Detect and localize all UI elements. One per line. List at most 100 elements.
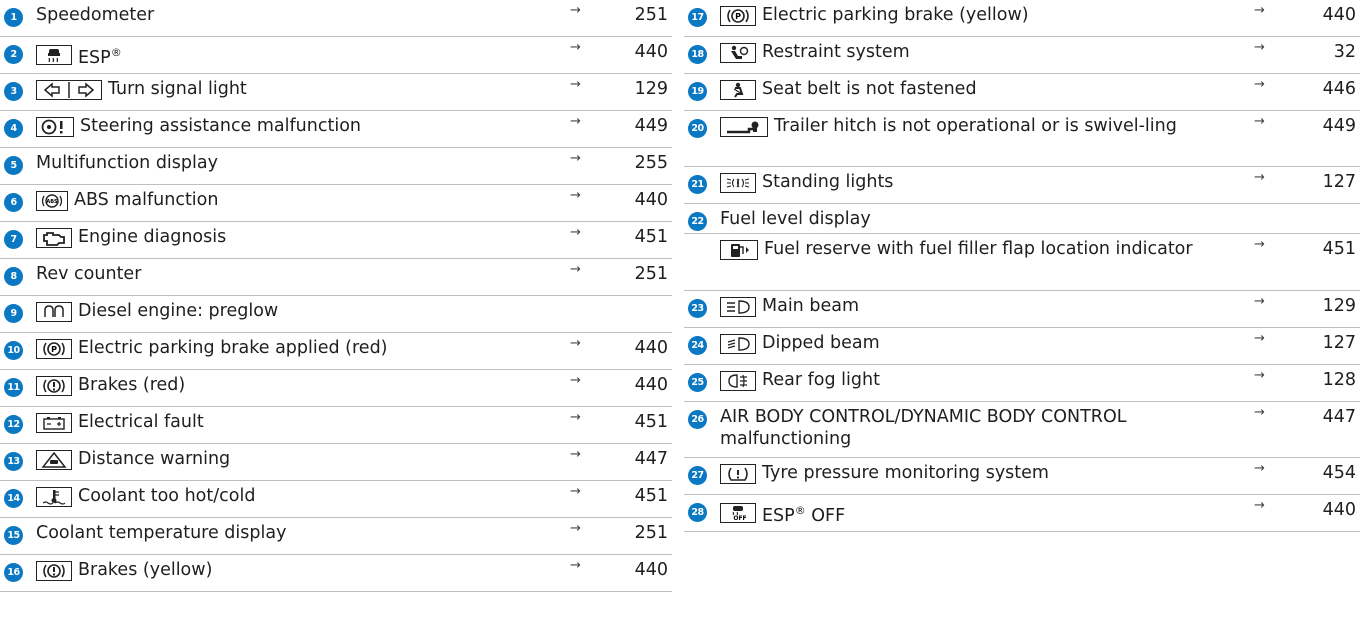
item-description: Coolant too hot/cold [36, 486, 522, 508]
page-number[interactable]: 451 [635, 412, 668, 433]
page-number[interactable]: 128 [1323, 370, 1356, 391]
page-reference-arrow-icon: → [570, 484, 581, 499]
item-label: Rev counter [36, 264, 142, 284]
list-item: 2 ESP® → 440 [0, 37, 672, 74]
item-label: Tyre pressure monitoring system [762, 463, 1049, 483]
list-item: 27 Tyre pressure monitoring system → 454 [684, 458, 1360, 495]
page-number[interactable]: 440 [635, 560, 668, 581]
page-reference-arrow-icon: → [570, 558, 581, 573]
page-number[interactable]: 451 [1323, 239, 1356, 260]
list-item: 3 Turn signal light → 129 [0, 74, 672, 111]
list-item: 16 Brakes (yellow) → 440 [0, 555, 672, 592]
item-label: ESP® OFF [762, 504, 846, 526]
page-number[interactable]: 440 [1323, 5, 1356, 26]
item-label: Brakes (red) [78, 375, 186, 395]
item-label: Coolant too hot/cold [78, 486, 256, 506]
item-description: Rev counter [36, 264, 522, 286]
parking-brake-icon: P [36, 338, 72, 359]
item-number-badge: 1 [4, 8, 23, 27]
page-reference-arrow-icon: → [1254, 40, 1265, 55]
page-number[interactable]: 440 [635, 375, 668, 396]
item-description: Electrical fault [36, 412, 522, 434]
page-number[interactable]: 251 [635, 264, 668, 285]
item-description: Diesel engine: preglow [36, 301, 522, 323]
list-item: 20 Trailer hitch is not operational or is… [684, 111, 1360, 167]
page-reference-arrow-icon: → [570, 151, 581, 166]
list-item: 9 Diesel engine: preglow [0, 296, 672, 333]
page-number[interactable]: 451 [635, 486, 668, 507]
page-number[interactable]: 446 [1323, 79, 1356, 100]
page-number[interactable]: 440 [635, 190, 668, 211]
item-label: Main beam [762, 296, 859, 316]
page-number[interactable]: 447 [1323, 407, 1356, 428]
item-number-badge: 5 [4, 156, 23, 175]
esp-off-icon: OFF [720, 503, 756, 524]
list-item: 1 Speedometer → 251 [0, 0, 672, 37]
right-column: 17 P Electric parking brake (yellow) → 440 18… [684, 0, 1360, 532]
list-item: 13 Distance warning → 447 [0, 444, 672, 481]
page-reference-arrow-icon: → [570, 336, 581, 351]
item-number-badge: 11 [4, 378, 23, 397]
page-number[interactable]: 127 [1323, 333, 1356, 354]
distance-warning-icon [36, 449, 72, 470]
page-number[interactable]: 440 [635, 42, 668, 63]
item-label: Seat belt is not fastened [762, 79, 977, 99]
item-number-badge: 20 [688, 119, 707, 138]
page-number[interactable]: 129 [1323, 296, 1356, 317]
list-item: 18 Restraint system → 32 [684, 37, 1360, 74]
list-item: 14 Coolant too hot/cold → 451 [0, 481, 672, 518]
page-number[interactable]: 32 [1334, 42, 1356, 63]
item-description: Engine diagnosis [36, 227, 522, 249]
item-description: AIR BODY CONTROL/DYNAMIC BODY CONTROL ma… [720, 407, 1210, 450]
esp-icon [36, 45, 72, 66]
item-number-badge: 21 [688, 175, 707, 194]
page-number[interactable]: 255 [635, 153, 668, 174]
item-label: Coolant temperature display [36, 523, 287, 543]
item-number-badge: 6 [4, 193, 23, 212]
page-reference-arrow-icon: → [1254, 3, 1265, 18]
page-reference-arrow-icon: → [570, 40, 581, 55]
fuel-reserve-icon [720, 239, 758, 260]
item-description: Tyre pressure monitoring system [720, 463, 1210, 485]
item-description: Steering assistance malfunction [36, 116, 522, 138]
svg-text:P: P [735, 12, 741, 21]
item-label: Dipped beam [762, 333, 880, 353]
page-number[interactable]: 449 [1323, 116, 1356, 137]
page-number[interactable]: 251 [635, 523, 668, 544]
item-label: Engine diagnosis [78, 227, 227, 247]
item-label: Fuel level display [720, 209, 871, 229]
page-number[interactable]: 251 [635, 5, 668, 26]
item-description: ABS ABS malfunction [36, 190, 522, 212]
registered-mark: ® [110, 46, 122, 59]
item-number-badge: 16 [4, 563, 23, 582]
page-number[interactable]: 447 [635, 449, 668, 470]
item-label: Electric parking brake (yellow) [762, 5, 1029, 25]
page-reference-arrow-icon: → [570, 262, 581, 277]
tyre-pressure-icon [720, 463, 756, 484]
page-number[interactable]: 451 [635, 227, 668, 248]
item-label: Fuel reserve with fuel filler flap locat… [764, 239, 1193, 259]
item-description: Rear fog light [720, 370, 1210, 392]
page-reference-arrow-icon: → [1254, 237, 1265, 252]
page-number[interactable]: 440 [635, 338, 668, 359]
registered-mark: ® [794, 504, 806, 517]
page-reference-arrow-icon: → [1254, 114, 1265, 129]
item-description: Speedometer [36, 5, 522, 27]
list-item: 28 OFF ESP® OFF → 440 [684, 495, 1360, 532]
list-item: Fuel reserve with fuel filler flap locat… [684, 234, 1360, 291]
item-number-badge: 19 [688, 82, 707, 101]
page-number[interactable]: 129 [635, 79, 668, 100]
list-item: 8 Rev counter → 251 [0, 259, 672, 296]
page-number[interactable]: 440 [1323, 500, 1356, 521]
page-number[interactable]: 449 [635, 116, 668, 137]
abs-icon: ABS [36, 190, 68, 211]
item-number-badge: 22 [688, 212, 707, 231]
list-item: 19 Seat belt is not fastened → 446 [684, 74, 1360, 111]
list-item: 17 P Electric parking brake (yellow) → 440 [684, 0, 1360, 37]
list-item: 4 Steering assistance malfunction → 449 [0, 111, 672, 148]
page-number[interactable]: 127 [1323, 172, 1356, 193]
page-reference-arrow-icon: → [570, 447, 581, 462]
item-label: Electric parking brake applied (red) [78, 338, 388, 358]
item-label: Turn signal light [108, 79, 247, 99]
page-number[interactable]: 454 [1323, 463, 1356, 484]
